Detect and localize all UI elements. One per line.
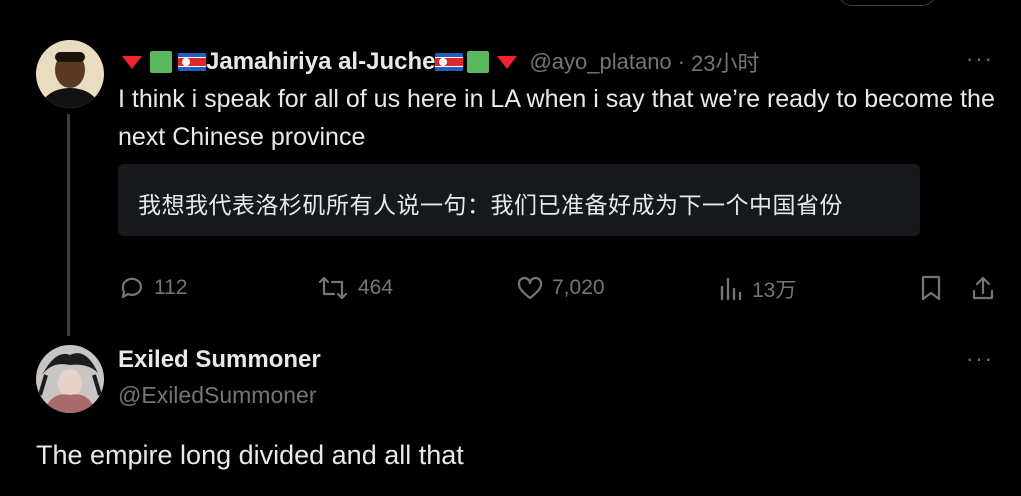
tweet-text: I think i speak for all of us here in LA… bbox=[118, 85, 995, 151]
views-chart-icon bbox=[720, 277, 742, 301]
author-display-name[interactable]: Jamahiriya al-Juche bbox=[206, 48, 435, 76]
author-avatar[interactable] bbox=[36, 40, 104, 108]
translation-text: 我想我代表洛杉矶所有人说一句：我们已准备好成为下一个中国省份 bbox=[138, 193, 843, 219]
reply-author-avatar[interactable] bbox=[36, 345, 104, 413]
red-triangle-icon bbox=[122, 55, 142, 69]
green-square-icon bbox=[467, 51, 490, 73]
reply-author-handle[interactable]: @ExiledSummoner bbox=[118, 382, 316, 409]
like-count: 7,020 bbox=[552, 276, 605, 299]
green-square-icon bbox=[150, 51, 172, 73]
reply-count: 112 bbox=[154, 276, 188, 299]
north-korea-flag-icon bbox=[435, 53, 464, 71]
tweet-timestamp[interactable]: 23小时 bbox=[691, 46, 759, 78]
repost-button[interactable]: 464 bbox=[316, 274, 393, 302]
share-button[interactable] bbox=[970, 274, 996, 302]
repost-icon bbox=[318, 276, 348, 300]
translation-box: 我想我代表洛杉矶所有人说一句：我们已准备好成为下一个中国省份 bbox=[118, 164, 920, 236]
reply-author-display-name[interactable]: Exiled Summoner bbox=[118, 346, 321, 374]
views-count: 13万 bbox=[752, 279, 797, 302]
separator-dot: · bbox=[677, 49, 685, 74]
like-button[interactable]: 7,020 bbox=[516, 274, 605, 302]
north-korea-flag-icon bbox=[178, 53, 206, 71]
share-icon bbox=[972, 276, 994, 300]
repost-count: 464 bbox=[358, 276, 394, 299]
reply-icon bbox=[121, 277, 143, 299]
reply-more-options-icon[interactable]: ··· bbox=[966, 346, 994, 372]
bookmark-icon bbox=[921, 275, 941, 301]
top-button-edge[interactable] bbox=[838, 0, 936, 6]
reply-button[interactable]: 112 bbox=[118, 274, 187, 302]
reply-text: The empire long divided and all that bbox=[36, 440, 464, 470]
red-triangle-icon bbox=[497, 55, 518, 69]
heart-icon bbox=[517, 276, 543, 300]
views-button[interactable]: 13万 bbox=[718, 274, 796, 304]
tweet-action-bar: 112 464 7,020 13万 bbox=[0, 270, 1021, 310]
author-handle[interactable]: @ayo_platano bbox=[529, 49, 671, 75]
tweet-header: Jamahiriya al-Juche @ayo_platano · 23小时 bbox=[122, 46, 759, 78]
bookmark-button[interactable] bbox=[918, 274, 944, 302]
more-options-icon[interactable]: ··· bbox=[966, 46, 994, 72]
